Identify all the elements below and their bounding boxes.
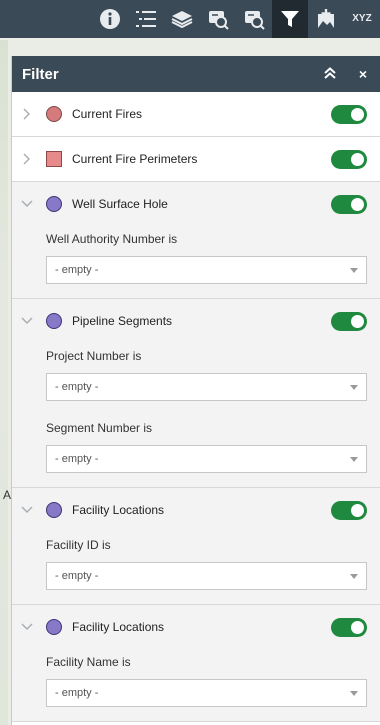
filter-value-dropdown[interactable]: - empty -: [46, 373, 367, 401]
filter-value-dropdown[interactable]: - empty -: [46, 445, 367, 473]
filter-field-label: Project Number is: [46, 349, 142, 363]
query-icon[interactable]: [200, 0, 236, 38]
layer-list-icon[interactable]: [128, 0, 164, 38]
filter-value-dropdown[interactable]: - empty -: [46, 256, 367, 284]
xyz-label: XYZ: [352, 13, 372, 24]
filter-field-label: Well Authority Number is: [46, 232, 178, 246]
dropdown-caret-icon: [350, 690, 358, 696]
toggle-knob: [351, 621, 364, 634]
layer-row[interactable]: Well Surface Hole: [12, 182, 380, 226]
layer-filter-toggle[interactable]: [331, 618, 367, 637]
filter-expression-block: Facility ID is - empty -: [12, 532, 380, 590]
layer-filter-toggle[interactable]: [331, 195, 367, 214]
filter-icon[interactable]: [272, 0, 308, 38]
layer-name: Current Fire Perimeters: [72, 152, 198, 166]
toggle-knob: [351, 153, 364, 166]
filter-field-label: Segment Number is: [46, 421, 153, 435]
dropdown-value: - empty -: [55, 381, 99, 393]
point-symbol-icon: [46, 502, 62, 518]
filter-expression-block: Well Authority Number is - empty -: [12, 226, 380, 284]
toggle-knob: [351, 315, 364, 328]
filter-panel-header: Filter ×: [12, 56, 380, 92]
dropdown-value: - empty -: [55, 453, 99, 465]
dropdown-value: - empty -: [55, 570, 99, 582]
filter-layer-item: Facility Locations Facility Name is - empt…: [12, 605, 380, 722]
widget-toolbar: XYZ: [0, 0, 380, 38]
filter-field-label: Facility Name is: [46, 655, 131, 669]
chevron-down-icon[interactable]: [20, 620, 34, 634]
toggle-knob: [351, 198, 364, 211]
double-chevron-up-icon[interactable]: [323, 67, 337, 81]
layer-filter-toggle[interactable]: [331, 150, 367, 169]
toggle-knob: [351, 108, 364, 121]
info-icon[interactable]: [92, 0, 128, 38]
layer-row[interactable]: Current Fires: [12, 92, 380, 136]
chevron-right-icon[interactable]: [20, 107, 34, 121]
layers-icon[interactable]: [164, 0, 200, 38]
layer-row[interactable]: Pipeline Segments: [12, 299, 380, 343]
dropdown-caret-icon: [350, 456, 358, 462]
coordinate-conversion-icon[interactable]: XYZ: [344, 0, 380, 38]
filter-expression-block: Project Number is - empty - Segment Number…: [12, 343, 380, 473]
filter-field-label: Facility ID is: [46, 538, 111, 552]
filter-layer-item: Well Surface Hole Well Authority Number i…: [12, 182, 380, 299]
dropdown-caret-icon: [350, 573, 358, 579]
chevron-down-icon[interactable]: [20, 314, 34, 328]
filter-panel: Filter × Current Fires Current Fire Perim…: [11, 56, 380, 725]
filter-layer-item: Current Fire Perimeters: [12, 137, 380, 182]
layer-row[interactable]: Facility Locations: [12, 488, 380, 532]
dropdown-value: - empty -: [55, 264, 99, 276]
layer-name: Current Fires: [72, 107, 143, 121]
filter-layer-item: Current Fires: [12, 92, 380, 137]
chevron-right-icon[interactable]: [20, 152, 34, 166]
dropdown-caret-icon: [350, 384, 358, 390]
point-symbol-icon: [46, 196, 62, 212]
layer-row[interactable]: Facility Locations: [12, 605, 380, 649]
layer-name: Facility Locations: [72, 503, 165, 517]
map-label-fragment: A: [3, 488, 12, 502]
filter-value-dropdown[interactable]: - empty -: [46, 679, 367, 707]
close-icon[interactable]: ×: [359, 67, 367, 81]
chevron-down-icon[interactable]: [20, 197, 34, 211]
chevron-down-icon[interactable]: [20, 503, 34, 517]
polygon-symbol-icon: [46, 151, 62, 167]
point-symbol-icon: [46, 619, 62, 635]
layer-name: Facility Locations: [72, 620, 165, 634]
point-symbol-icon: [46, 106, 62, 122]
layer-filter-toggle[interactable]: [331, 501, 367, 520]
toggle-knob: [351, 504, 364, 517]
query-icon-2[interactable]: [236, 0, 272, 38]
layer-name: Pipeline Segments: [72, 314, 173, 328]
dropdown-caret-icon: [350, 267, 358, 273]
filter-layer-item: Facility Locations Facility ID is - empty …: [12, 488, 380, 605]
point-symbol-icon: [46, 313, 62, 329]
dropdown-value: - empty -: [55, 687, 99, 699]
layer-name: Well Surface Hole: [72, 197, 168, 211]
panel-title: Filter: [22, 65, 59, 83]
layer-filter-toggle[interactable]: [331, 105, 367, 124]
add-data-icon[interactable]: [308, 0, 344, 38]
map-edge: [0, 40, 8, 725]
filter-value-dropdown[interactable]: - empty -: [46, 562, 367, 590]
filter-layer-item: Pipeline Segments Project Number is - empt…: [12, 299, 380, 488]
layer-filter-toggle[interactable]: [331, 312, 367, 331]
layer-row[interactable]: Current Fire Perimeters: [12, 137, 380, 181]
filter-expression-block: Facility Name is - empty -: [12, 649, 380, 707]
